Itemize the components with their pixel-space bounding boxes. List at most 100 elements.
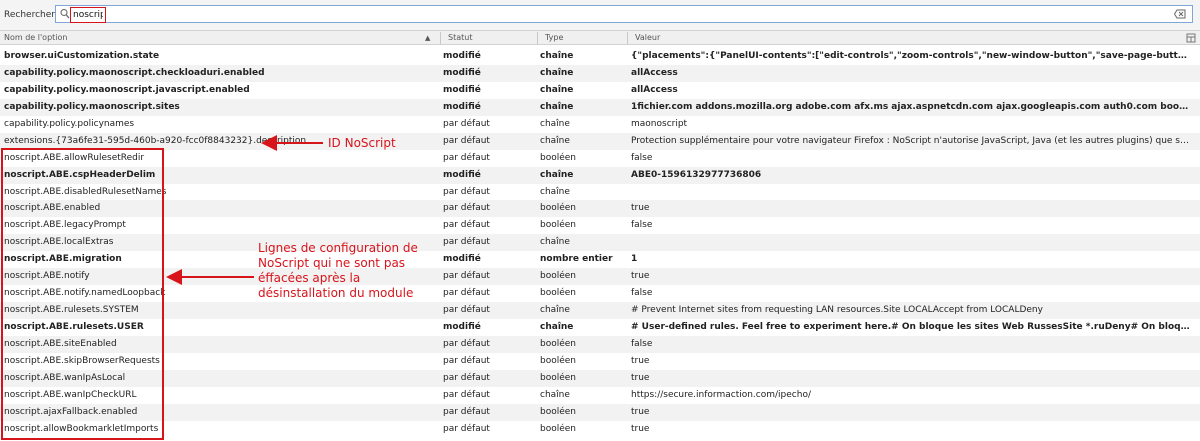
table-row[interactable]: noscript.ABE.wanIpAsLocal par défaut boolé… bbox=[0, 369, 1200, 387]
row-status: modifié bbox=[443, 84, 481, 95]
table-row[interactable]: noscript.ABE.notify.namedLoopback par déf… bbox=[0, 285, 1200, 302]
row-type: booléen bbox=[540, 288, 577, 299]
annotation-config-lines: Lignes de configuration de NoScript qui … bbox=[258, 241, 418, 300]
column-header-status[interactable]: Statut bbox=[448, 32, 472, 44]
row-status: par défaut bbox=[443, 203, 490, 214]
table-row[interactable]: noscript.ABE.rulesets.SYSTEM par défaut ch… bbox=[0, 302, 1200, 319]
row-type: chaîne bbox=[540, 305, 570, 316]
row-name: capability.policy.maonoscript.javascript… bbox=[4, 84, 250, 95]
column-header-name[interactable]: Nom de l'option bbox=[4, 32, 67, 44]
row-type: booléen bbox=[540, 203, 577, 214]
row-status: par défaut bbox=[443, 237, 490, 248]
table-row[interactable]: extensions.{73a6fe31-595d-460b-a920-fcc0… bbox=[0, 132, 1200, 150]
row-status: par défaut bbox=[443, 220, 490, 231]
row-name: capability.policy.maonoscript.checkloadu… bbox=[4, 67, 265, 78]
row-value: true bbox=[631, 355, 650, 366]
table-row[interactable]: noscript.ABE.cspHeaderDelim modifié chaîne… bbox=[0, 166, 1200, 184]
row-type: booléen bbox=[540, 406, 577, 417]
row-status: par défaut bbox=[443, 389, 490, 400]
table-row[interactable]: noscript.allowBookmarkletImports par défa… bbox=[0, 421, 1200, 438]
row-type: chaîne bbox=[540, 186, 570, 197]
row-status: par défaut bbox=[443, 118, 490, 129]
row-value: true bbox=[631, 203, 650, 214]
row-status: par défaut bbox=[443, 288, 490, 299]
table-row[interactable]: noscript.ABE.wanIpCheckURL par défaut chaî… bbox=[0, 387, 1200, 404]
row-value: true bbox=[631, 372, 650, 383]
row-value: allAccess bbox=[631, 67, 678, 78]
row-status: par défaut bbox=[443, 271, 490, 282]
row-type: chaîne bbox=[540, 135, 570, 146]
column-separator[interactable] bbox=[440, 32, 441, 44]
table-row[interactable]: noscript.ABE.disabledRulesetNames par déf… bbox=[0, 184, 1200, 201]
table-row[interactable]: noscript.ABE.skipBrowserRequests par défa… bbox=[0, 353, 1200, 370]
magnifier-icon bbox=[60, 8, 70, 19]
row-value: true bbox=[631, 271, 650, 282]
row-status: par défaut bbox=[443, 152, 490, 163]
search-bar: Rechercher : bbox=[0, 0, 1200, 30]
row-type: nombre entier bbox=[540, 254, 613, 265]
column-separator[interactable] bbox=[537, 32, 538, 44]
row-status: modifié bbox=[443, 51, 481, 61]
row-status: modifié bbox=[443, 101, 481, 112]
row-value: ABE0-1596132977736806 bbox=[631, 169, 762, 180]
table-row[interactable]: capability.policy.maonoscript.javascript… bbox=[0, 82, 1200, 99]
row-status: par défaut bbox=[443, 338, 490, 349]
row-value: https://secure.informaction.com/ipecho/ bbox=[631, 389, 811, 400]
row-status: par défaut bbox=[443, 305, 490, 316]
row-type: booléen bbox=[540, 372, 577, 383]
row-name: browser.uiCustomization.state bbox=[4, 51, 160, 61]
row-type: chaîne bbox=[540, 237, 570, 248]
sort-arrow-icon[interactable]: ▲ bbox=[425, 34, 430, 42]
row-value: maonoscript bbox=[631, 118, 688, 129]
row-value: Protection supplémentaire pour votre nav… bbox=[631, 135, 1191, 146]
table-row[interactable]: noscript.ABE.allowRulesetRedir par défaut… bbox=[0, 150, 1200, 167]
highlight-frame bbox=[1, 148, 164, 440]
table-row[interactable]: noscript.ABE.legacyPrompt par défaut boolé… bbox=[0, 217, 1200, 234]
table-row[interactable]: noscript.ABE.migration modifié nombre enti… bbox=[0, 251, 1200, 268]
table-row[interactable]: noscript.ABE.notify par défaut booléen true bbox=[0, 268, 1200, 286]
row-type: booléen bbox=[540, 271, 577, 282]
row-value: # Prevent Internet sites from requesting… bbox=[631, 305, 1043, 316]
table-row[interactable]: capability.policy.maonoscript.checkloadu… bbox=[0, 64, 1200, 82]
row-value: false bbox=[631, 220, 653, 231]
row-type: booléen bbox=[540, 152, 577, 163]
row-status: par défaut bbox=[443, 355, 490, 366]
row-type: booléen bbox=[540, 423, 577, 434]
column-header-value[interactable]: Valeur bbox=[635, 32, 660, 44]
row-status: par défaut bbox=[443, 406, 490, 417]
table-row[interactable]: noscript.ABE.siteEnabled par défaut boolée… bbox=[0, 335, 1200, 353]
row-type: chaîne bbox=[540, 67, 574, 78]
row-status: modifié bbox=[443, 169, 481, 180]
row-status: par défaut bbox=[443, 135, 490, 146]
row-status: modifié bbox=[443, 322, 481, 332]
column-header-type[interactable]: Type bbox=[545, 32, 563, 44]
clear-icon[interactable] bbox=[1174, 8, 1186, 20]
table-row[interactable]: noscript.ABE.localExtras par défaut chaîne bbox=[0, 234, 1200, 252]
table-row[interactable]: noscript.ABE.rulesets.USER modifié chaîne #… bbox=[0, 319, 1200, 336]
row-status: par défaut bbox=[443, 186, 490, 197]
row-value: true bbox=[631, 423, 650, 434]
table-row[interactable]: capability.policy.maonoscript.sites modif… bbox=[0, 98, 1200, 116]
row-status: modifié bbox=[443, 254, 481, 265]
column-separator[interactable] bbox=[627, 32, 628, 44]
row-type: chaîne bbox=[540, 118, 570, 129]
row-type: chaîne bbox=[540, 84, 574, 95]
row-value: 1 bbox=[631, 254, 638, 265]
row-value: false bbox=[631, 152, 653, 163]
search-box[interactable] bbox=[55, 5, 1193, 23]
row-type: chaîne bbox=[540, 101, 574, 112]
row-value: allAccess bbox=[631, 84, 678, 95]
row-type: booléen bbox=[540, 355, 577, 366]
table-row[interactable]: browser.uiCustomization.state modifié chaî… bbox=[0, 48, 1200, 65]
row-value: # User-defined rules. Feel free to exper… bbox=[631, 322, 1191, 332]
table-row[interactable]: noscript.ajaxFallback.enabled par défaut b… bbox=[0, 403, 1200, 421]
table-row[interactable]: noscript.ABE.enabled par défaut booléen tru… bbox=[0, 200, 1200, 218]
row-value: 1fichier.com addons.mozilla.org adobe.co… bbox=[631, 101, 1191, 112]
row-status: par défaut bbox=[443, 423, 490, 434]
search-label: Rechercher : bbox=[4, 10, 61, 20]
row-status: par défaut bbox=[443, 372, 490, 383]
column-picker-icon[interactable] bbox=[1186, 33, 1196, 43]
table-row[interactable]: capability.policy.policynames par défaut c… bbox=[0, 116, 1200, 133]
search-input[interactable] bbox=[70, 7, 106, 23]
row-value: false bbox=[631, 338, 653, 349]
